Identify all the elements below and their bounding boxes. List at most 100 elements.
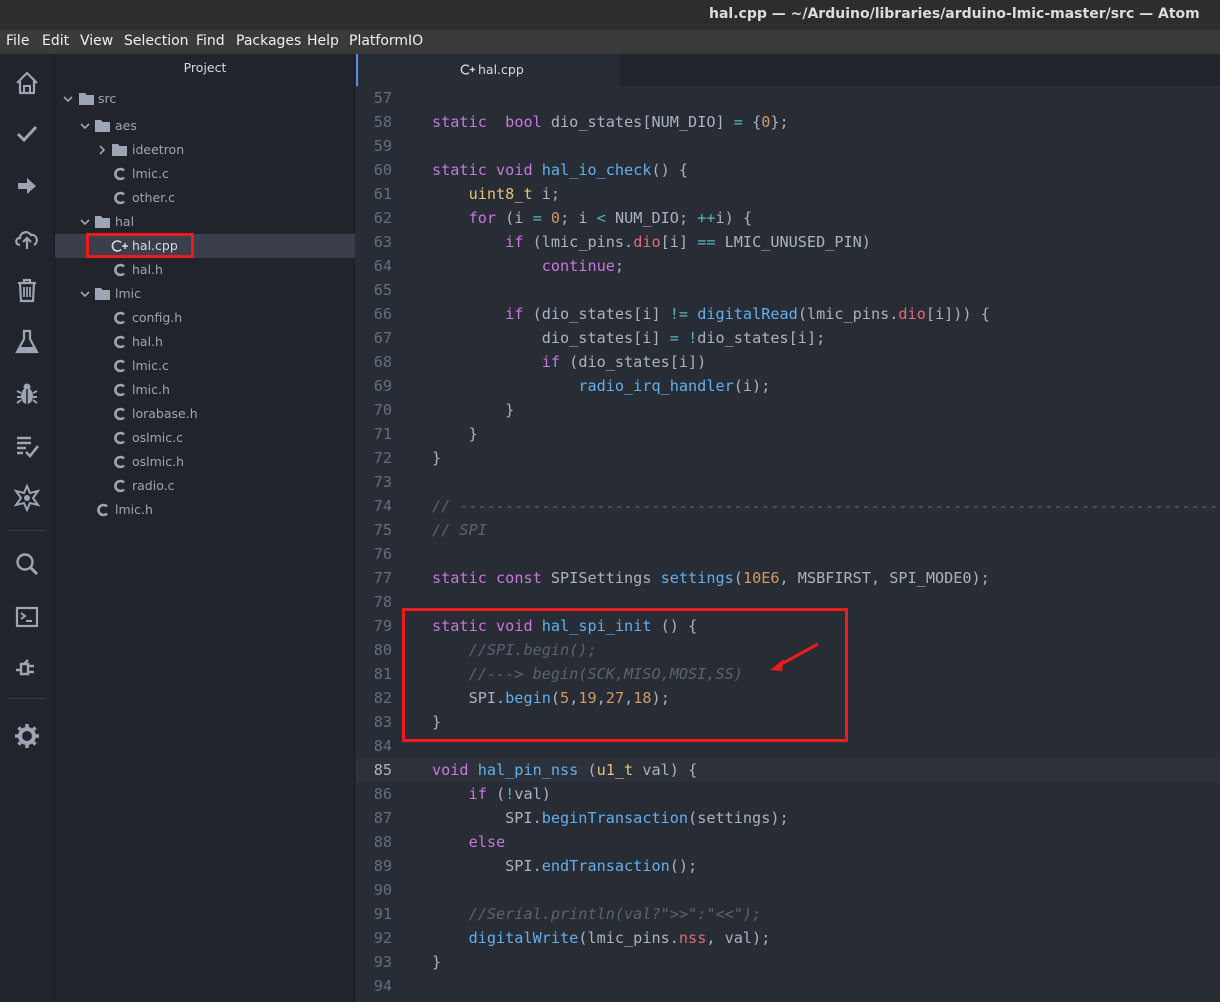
terminal-icon[interactable] xyxy=(12,602,42,632)
code-token: static xyxy=(432,569,487,587)
search-icon[interactable] xyxy=(12,549,42,579)
menu-help[interactable]: Help xyxy=(307,33,339,49)
code-token: (lmic_pins. xyxy=(578,929,679,947)
menu-packages[interactable]: Packages xyxy=(236,33,301,49)
code-line[interactable]: 92 digitalWrite(lmic_pins.nss, val); xyxy=(356,926,1220,950)
code-line[interactable]: 58 static bool dio_states[NUM_DIO] = {0}; xyxy=(356,110,1220,134)
tree-file-hal-h[interactable]: hal.h xyxy=(55,330,355,354)
tree-file-oslmic-c[interactable]: oslmic.c xyxy=(55,426,355,450)
code-line[interactable]: 64 continue; xyxy=(356,254,1220,278)
menu-file[interactable]: File xyxy=(6,33,29,49)
code-line[interactable]: 91 //Serial.println(val?">>":"<<"); xyxy=(356,902,1220,926)
plugin-star-icon[interactable] xyxy=(12,483,42,513)
code-text: static bool dio_states[NUM_DIO] = {0}; xyxy=(432,110,789,134)
code-text: //SPI.begin(); xyxy=(432,638,597,662)
tree-folder-hal[interactable]: hal xyxy=(55,210,355,234)
plug-icon[interactable] xyxy=(12,653,42,683)
code-line[interactable]: 59 xyxy=(356,134,1220,158)
line-number: 57 xyxy=(373,89,392,107)
code-line[interactable]: 70 } xyxy=(356,398,1220,422)
tree-file-oslmic-h[interactable]: oslmic.h xyxy=(55,450,355,474)
bug-icon[interactable] xyxy=(12,379,42,409)
code-line[interactable]: 79 static void hal_spi_init () { xyxy=(356,614,1220,638)
tree-file-hal-h[interactable]: hal.h xyxy=(55,258,355,282)
tree-file-lmic-h-root[interactable]: lmic.h xyxy=(55,498,355,522)
tab-label: hal.cpp xyxy=(478,62,524,77)
code-line[interactable]: 73 xyxy=(356,470,1220,494)
menu-find[interactable]: Find xyxy=(196,33,225,49)
menu-view[interactable]: View xyxy=(80,33,113,49)
code-line[interactable]: 82 SPI.begin(5,19,27,18); xyxy=(356,686,1220,710)
tree-label: lmic.h xyxy=(115,502,153,517)
code-token: val) { xyxy=(633,761,698,779)
tree-file-other-c[interactable]: other.c xyxy=(55,186,355,210)
code-line[interactable]: 61 uint8_t i; xyxy=(356,182,1220,206)
tree-file-lmic-c[interactable]: lmic.c xyxy=(55,354,355,378)
cloud-upload-icon[interactable] xyxy=(12,223,42,253)
code-line[interactable]: 69 radio_irq_handler(i); xyxy=(356,374,1220,398)
code-line[interactable]: 67 dio_states[i] = !dio_states[i]; xyxy=(356,326,1220,350)
code-editor[interactable]: 57 58 static bool dio_states[NUM_DIO] = {0… xyxy=(356,86,1220,1002)
tree-file-lmic-c[interactable]: lmic.c xyxy=(55,162,355,186)
line-number: 71 xyxy=(373,425,392,443)
code-line[interactable]: 72} xyxy=(356,446,1220,470)
code-token: void xyxy=(432,761,469,779)
menu-platformio[interactable]: PlatformIO xyxy=(349,33,423,49)
code-line[interactable]: 74 // -----------------------------------… xyxy=(356,494,1220,518)
tree-file-hal-cpp[interactable]: hal.cpp xyxy=(55,234,355,258)
line-number: 89 xyxy=(373,857,392,875)
flask-icon[interactable] xyxy=(12,327,42,357)
code-line[interactable]: 76 xyxy=(356,542,1220,566)
code-text: void hal_pin_nss (u1_t val) { xyxy=(432,758,697,782)
gear-icon[interactable] xyxy=(12,721,42,751)
tree-folder-lmic[interactable]: lmic xyxy=(55,282,355,306)
code-line[interactable]: 83} xyxy=(356,710,1220,734)
code-line[interactable]: 71 } xyxy=(356,422,1220,446)
code-line[interactable]: 86 if (!val) xyxy=(356,782,1220,806)
code-line[interactable]: 65 xyxy=(356,278,1220,302)
arrow-right-icon[interactable] xyxy=(12,171,42,201)
line-number: 69 xyxy=(373,377,392,395)
code-line[interactable]: 88 else xyxy=(356,830,1220,854)
tab-hal-cpp[interactable]: hal.cpp xyxy=(356,54,620,86)
menu-edit[interactable]: Edit xyxy=(42,33,69,49)
code-line[interactable]: 63 if (lmic_pins.dio[i] == LMIC_UNUSED_P… xyxy=(356,230,1220,254)
code-text: radio_irq_handler(i); xyxy=(432,374,770,398)
code-line[interactable]: 68 if (dio_states[i]) xyxy=(356,350,1220,374)
line-number: 62 xyxy=(373,209,392,227)
code-line[interactable]: 62 for (i = 0; i < NUM_DIO; ++i) { xyxy=(356,206,1220,230)
tree-folder-aes[interactable]: aes xyxy=(55,114,355,138)
code-line[interactable]: 84 xyxy=(356,734,1220,758)
checklist-icon[interactable] xyxy=(12,431,42,461)
code-token: ; xyxy=(614,257,625,275)
code-line[interactable]: 87 SPI.beginTransaction(settings); xyxy=(356,806,1220,830)
menu-selection[interactable]: Selection xyxy=(124,33,189,49)
window-titlebar: hal.cpp — ~/Arduino/libraries/arduino-lm… xyxy=(0,0,1220,30)
code-line[interactable]: 95 xyxy=(356,998,1220,1002)
code-line[interactable]: 57 xyxy=(356,86,1220,110)
code-token: void xyxy=(496,161,533,179)
code-line[interactable]: 75 // SPI xyxy=(356,518,1220,542)
line-number: 59 xyxy=(373,137,392,155)
tree-folder-src[interactable]: src xyxy=(55,87,355,111)
code-line[interactable]: 78 xyxy=(356,590,1220,614)
code-line[interactable]: 90 xyxy=(356,878,1220,902)
code-line[interactable]: 85 void hal_pin_nss (u1_t val) { xyxy=(356,758,1220,782)
tree-file-radio-c[interactable]: radio.c xyxy=(55,474,355,498)
trash-icon[interactable] xyxy=(12,275,42,305)
check-icon[interactable] xyxy=(12,119,42,149)
tree-folder-ideetron[interactable]: ideetron xyxy=(55,138,355,162)
tree-file-lmic-h[interactable]: lmic.h xyxy=(55,378,355,402)
tree-file-config-h[interactable]: config.h xyxy=(55,306,355,330)
home-icon[interactable] xyxy=(12,68,42,98)
tree-label: radio.c xyxy=(132,478,175,493)
code-line[interactable]: 93} xyxy=(356,950,1220,974)
tree-file-lorabase-h[interactable]: lorabase.h xyxy=(55,402,355,426)
code-line[interactable]: 60 static void hal_io_check() { xyxy=(356,158,1220,182)
code-line[interactable]: 77 static const SPISettings settings(10E6… xyxy=(356,566,1220,590)
code-line[interactable]: 66 if (dio_states[i] != digitalRead(lmic… xyxy=(356,302,1220,326)
code-line[interactable]: 89 SPI.endTransaction(); xyxy=(356,854,1220,878)
code-line[interactable]: 94 xyxy=(356,974,1220,998)
